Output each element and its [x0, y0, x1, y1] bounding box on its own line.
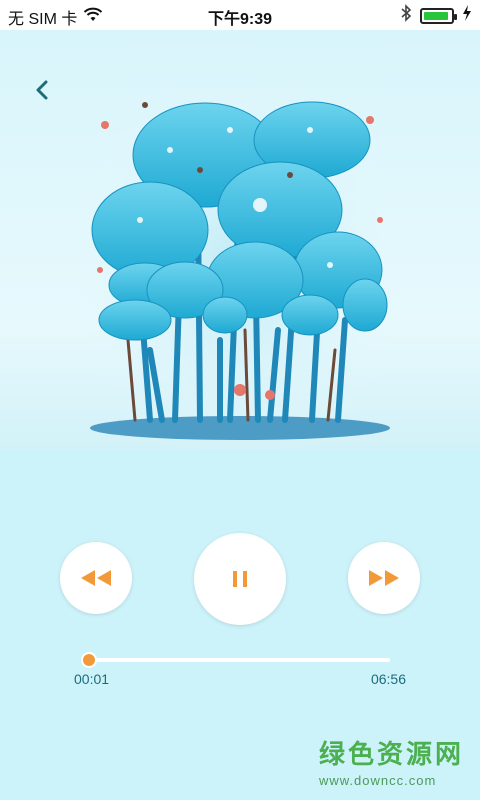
- tree-illustration: [80, 90, 400, 450]
- pause-button[interactable]: [194, 533, 286, 625]
- rewind-button[interactable]: [60, 542, 132, 614]
- status-right: [400, 4, 472, 27]
- watermark: 绿色资源网 www.downcc.com: [319, 734, 464, 788]
- album-art-area: [0, 30, 480, 450]
- bluetooth-icon: [400, 4, 412, 27]
- charging-icon: [462, 5, 472, 26]
- chevron-left-icon: [36, 80, 48, 100]
- playback-controls: [0, 530, 480, 630]
- pause-icon: [233, 571, 247, 587]
- battery-fill: [424, 11, 448, 20]
- elapsed-time: 00:01: [74, 671, 110, 687]
- fast-forward-icon: [369, 570, 399, 586]
- progress-bar[interactable]: [83, 654, 390, 666]
- watermark-url: www.downcc.com: [318, 773, 437, 788]
- rewind-icon: [81, 570, 111, 586]
- status-bar: 无 SIM 卡 下午9:39: [0, 0, 480, 30]
- back-button[interactable]: [24, 68, 64, 108]
- total-time: 06:56: [370, 671, 406, 687]
- watermark-title: 绿色资源网: [318, 739, 464, 769]
- fast-forward-button[interactable]: [348, 542, 420, 614]
- battery-icon: [420, 7, 457, 24]
- progress-knob[interactable]: [83, 654, 96, 666]
